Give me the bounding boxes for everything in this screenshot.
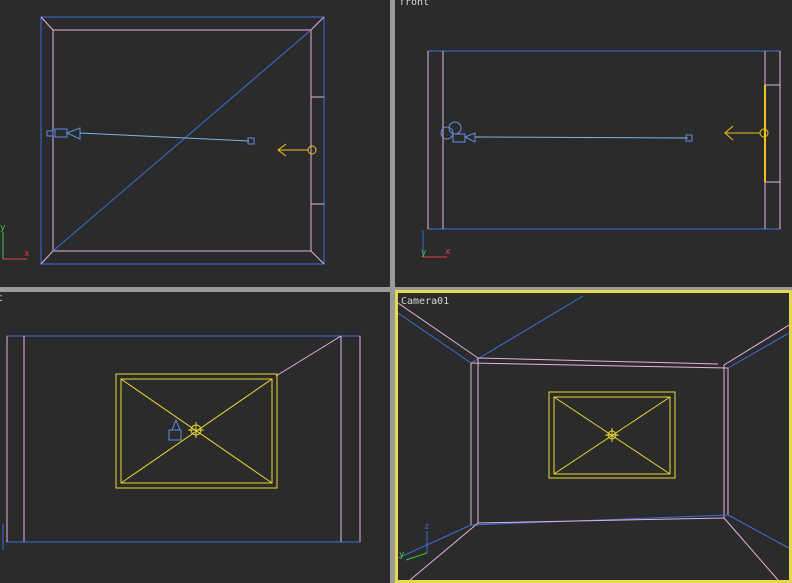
room-perspective xyxy=(398,295,789,580)
axis-y-label: y xyxy=(421,248,427,258)
light-icon xyxy=(724,85,769,182)
room-outline xyxy=(6,335,361,543)
room-outline xyxy=(427,50,781,230)
axis-gizmo: z y xyxy=(399,522,429,561)
selected-screen xyxy=(548,391,676,479)
viewport-camera[interactable]: Camera01 z y xyxy=(395,290,792,583)
viewport-top[interactable]: y x xyxy=(0,0,390,287)
axis-y-label: y xyxy=(399,550,405,560)
axis-gizmo: y x xyxy=(0,223,30,260)
axis-gizmo: y x xyxy=(421,230,451,258)
top-scene: y x xyxy=(0,16,325,265)
selected-screen xyxy=(115,373,278,489)
camera-icon xyxy=(46,127,255,145)
axis-y-label: y xyxy=(0,223,6,233)
axis-x-label: x xyxy=(24,249,30,259)
camera-icon xyxy=(168,418,182,441)
viewport-left[interactable]: t xyxy=(0,292,390,583)
axis-x-label: x xyxy=(445,247,451,257)
light-icon xyxy=(277,143,317,157)
viewport-front[interactable]: front y x xyxy=(395,0,792,287)
front-scene: y x xyxy=(421,50,781,258)
camera-icon xyxy=(440,121,693,143)
room-outline xyxy=(40,16,325,265)
left-scene xyxy=(2,335,361,550)
camera-scene: z y xyxy=(398,295,789,580)
axis-z-label: z xyxy=(424,522,429,532)
